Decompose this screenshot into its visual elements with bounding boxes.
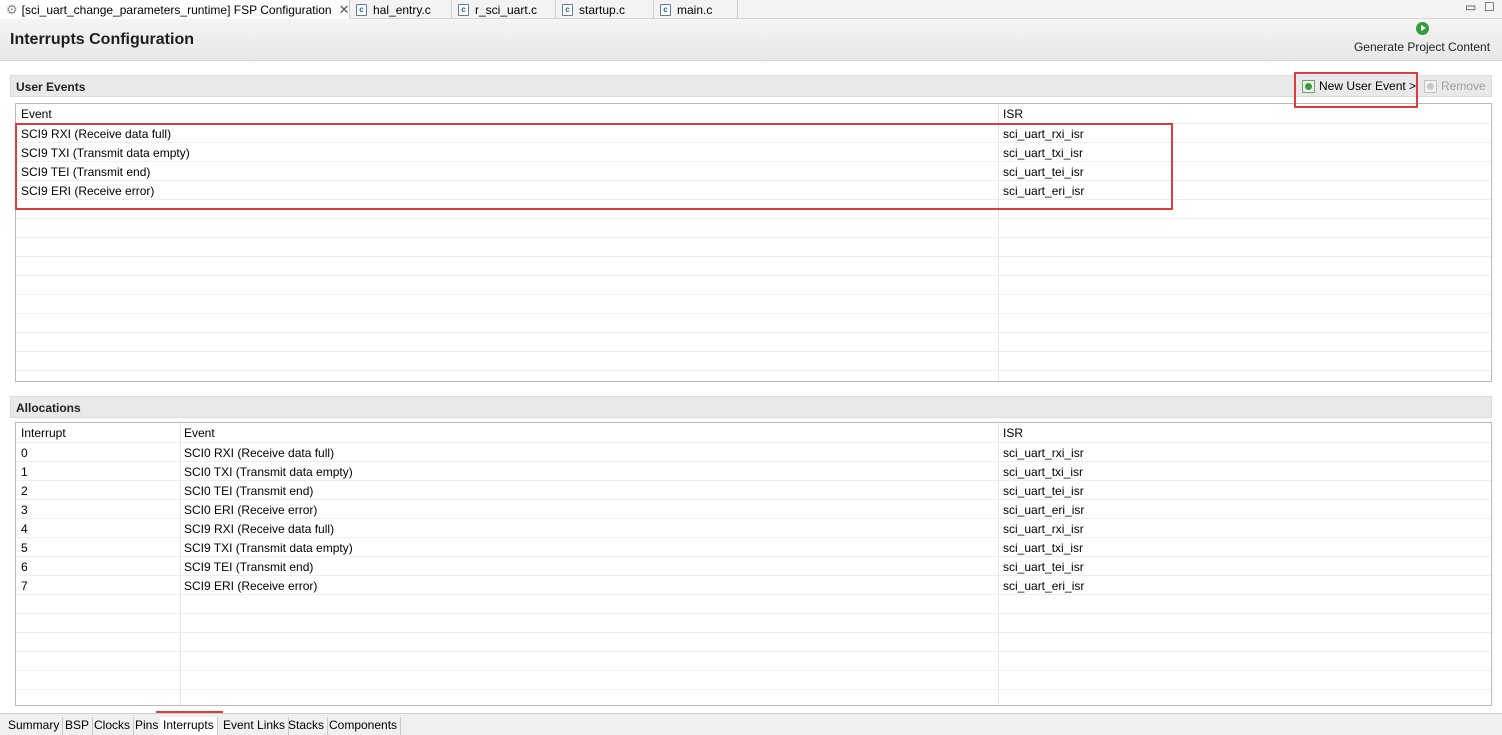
column-header-isr[interactable]: ISR xyxy=(1003,107,1023,121)
isr-cell: sci_uart_tei_isr xyxy=(1003,165,1084,179)
isr-cell: sci_uart_rxi_isr xyxy=(1003,446,1084,460)
table-row[interactable]: 6 SCI9 TEI (Transmit end) sci_uart_tei_i… xyxy=(16,556,1491,575)
tab-startup[interactable]: c startup.c xyxy=(556,0,654,19)
c-file-icon: c xyxy=(660,3,671,16)
table-row[interactable]: 3 SCI0 ERI (Receive error) sci_uart_eri_… xyxy=(16,499,1491,518)
tab-label: hal_entry.c xyxy=(373,2,431,17)
event-cell: SCI0 ERI (Receive error) xyxy=(184,503,318,517)
c-file-icon: c xyxy=(356,3,367,16)
tab-label: [sci_uart_change_parameters_runtime] FSP… xyxy=(21,2,332,17)
user-events-header: User Events New User Event > Remove xyxy=(10,75,1492,97)
column-header-event[interactable]: Event xyxy=(184,426,215,440)
allocations-header: Allocations xyxy=(10,396,1492,418)
play-icon xyxy=(1415,22,1429,35)
event-cell: SCI0 TEI (Transmit end) xyxy=(184,484,314,498)
isr-cell: sci_uart_eri_isr xyxy=(1003,503,1085,517)
event-cell: SCI0 TXI (Transmit data empty) xyxy=(184,465,353,479)
table-row[interactable]: 2 SCI0 TEI (Transmit end) sci_uart_tei_i… xyxy=(16,480,1491,499)
interrupt-cell: 1 xyxy=(21,465,28,479)
tab-event-links[interactable]: Event Links xyxy=(220,717,290,735)
isr-cell: sci_uart_txi_isr xyxy=(1003,541,1084,555)
isr-cell: sci_uart_tei_isr xyxy=(1003,484,1084,498)
interrupt-cell: 3 xyxy=(21,503,28,517)
table-row[interactable]: SCI9 TEI (Transmit end) sci_uart_tei_isr xyxy=(16,161,1491,180)
table-row[interactable]: SCI9 RXI (Receive data full) sci_uart_rx… xyxy=(16,123,1491,142)
event-cell: SCI9 ERI (Receive error) xyxy=(21,184,155,198)
tab-main[interactable]: c main.c xyxy=(654,0,738,19)
page-tab-bar: Summary BSP Clocks Pins Interrupts Event… xyxy=(0,713,1502,735)
interrupt-cell: 0 xyxy=(21,446,28,460)
tab-hal-entry[interactable]: c hal_entry.c xyxy=(350,0,452,19)
table-row[interactable]: 4 SCI9 RXI (Receive data full) sci_uart_… xyxy=(16,518,1491,537)
tab-pins[interactable]: Pins xyxy=(132,717,163,735)
event-cell: SCI9 TXI (Transmit data empty) xyxy=(21,146,190,160)
user-events-table: Event ISR SCI9 RXI (Receive data full) s… xyxy=(15,103,1492,382)
tab-summary[interactable]: Summary xyxy=(5,717,64,735)
isr-cell: sci_uart_txi_isr xyxy=(1003,146,1084,160)
maximize-icon[interactable]: ☐ xyxy=(1484,0,1495,14)
isr-cell: sci_uart_eri_isr xyxy=(1003,579,1085,593)
isr-cell: sci_uart_tei_isr xyxy=(1003,560,1084,574)
event-cell: SCI9 ERI (Receive error) xyxy=(184,579,318,593)
event-cell: SCI9 TEI (Transmit end) xyxy=(21,165,151,179)
gear-icon: ⚙ xyxy=(6,1,18,17)
tab-r-sci-uart[interactable]: c r_sci_uart.c xyxy=(452,0,556,19)
c-file-icon: c xyxy=(458,3,469,16)
event-cell: SCI0 RXI (Receive data full) xyxy=(184,446,335,460)
isr-cell: sci_uart_txi_isr xyxy=(1003,465,1084,479)
table-row[interactable]: SCI9 TXI (Transmit data empty) sci_uart_… xyxy=(16,142,1491,161)
column-header-interrupt[interactable]: Interrupt xyxy=(21,426,66,440)
event-cell: SCI9 TXI (Transmit data empty) xyxy=(184,541,353,555)
new-user-event-button[interactable]: New User Event > xyxy=(1302,79,1416,93)
tab-label: main.c xyxy=(677,2,713,17)
minimize-icon[interactable]: ▭ xyxy=(1465,0,1476,14)
tab-components[interactable]: Components xyxy=(326,717,402,735)
section-title: User Events xyxy=(16,80,86,94)
isr-cell: sci_uart_rxi_isr xyxy=(1003,522,1084,536)
remove-icon xyxy=(1424,79,1437,93)
tab-bsp[interactable]: BSP xyxy=(62,717,94,735)
tab-interrupts[interactable]: Interrupts xyxy=(160,717,218,735)
column-header-isr[interactable]: ISR xyxy=(1003,426,1023,440)
tab-label: startup.c xyxy=(579,2,626,17)
editor-area: Interrupts Configuration Generate Projec… xyxy=(0,19,1502,713)
interrupt-cell: 6 xyxy=(21,560,28,574)
allocations-section: Allocations Interrupt Event ISR 0 SCI0 R… xyxy=(10,396,1492,706)
generate-project-content-button[interactable]: Generate Project Content xyxy=(1352,22,1492,54)
close-icon[interactable]: ✕ xyxy=(339,2,350,18)
user-events-section: User Events New User Event > Remove Even… xyxy=(10,75,1492,383)
section-title: Allocations xyxy=(16,401,81,415)
interrupt-cell: 7 xyxy=(21,579,28,593)
event-cell: SCI9 RXI (Receive data full) xyxy=(21,127,172,141)
button-label: Remove xyxy=(1441,79,1486,93)
table-row[interactable]: 1 SCI0 TXI (Transmit data empty) sci_uar… xyxy=(16,461,1491,480)
interrupt-cell: 2 xyxy=(21,484,28,498)
table-row[interactable]: 0 SCI0 RXI (Receive data full) sci_uart_… xyxy=(16,442,1491,461)
interrupt-cell: 4 xyxy=(21,522,28,536)
button-label: New User Event > xyxy=(1319,79,1417,93)
tab-stacks[interactable]: Stacks xyxy=(285,717,329,735)
tab-fsp-configuration[interactable]: ⚙ [sci_uart_change_parameters_runtime] F… xyxy=(0,0,350,19)
add-event-icon xyxy=(1302,79,1315,93)
event-cell: SCI9 RXI (Receive data full) xyxy=(184,522,335,536)
isr-cell: sci_uart_rxi_isr xyxy=(1003,127,1084,141)
table-header: Interrupt Event ISR xyxy=(16,423,1491,442)
page-header: Interrupts Configuration Generate Projec… xyxy=(0,19,1502,61)
isr-cell: sci_uart_eri_isr xyxy=(1003,184,1085,198)
page-title: Interrupts Configuration xyxy=(10,31,194,48)
tab-label: r_sci_uart.c xyxy=(475,2,538,17)
remove-button[interactable]: Remove xyxy=(1424,79,1486,93)
allocations-table: Interrupt Event ISR 0 SCI0 RXI (Receive … xyxy=(15,422,1492,706)
c-file-icon: c xyxy=(562,3,573,16)
event-cell: SCI9 TEI (Transmit end) xyxy=(184,560,314,574)
generate-label: Generate Project Content xyxy=(1353,40,1491,54)
table-row[interactable]: SCI9 ERI (Receive error) sci_uart_eri_is… xyxy=(16,180,1491,199)
tab-clocks[interactable]: Clocks xyxy=(91,717,135,735)
table-row[interactable]: 5 SCI9 TXI (Transmit data empty) sci_uar… xyxy=(16,537,1491,556)
column-header-event[interactable]: Event xyxy=(21,107,52,121)
table-row[interactable]: 7 SCI9 ERI (Receive error) sci_uart_eri_… xyxy=(16,575,1491,594)
table-header: Event ISR xyxy=(16,104,1491,123)
editor-tab-bar: ⚙ [sci_uart_change_parameters_runtime] F… xyxy=(0,0,1502,19)
interrupt-cell: 5 xyxy=(21,541,28,555)
